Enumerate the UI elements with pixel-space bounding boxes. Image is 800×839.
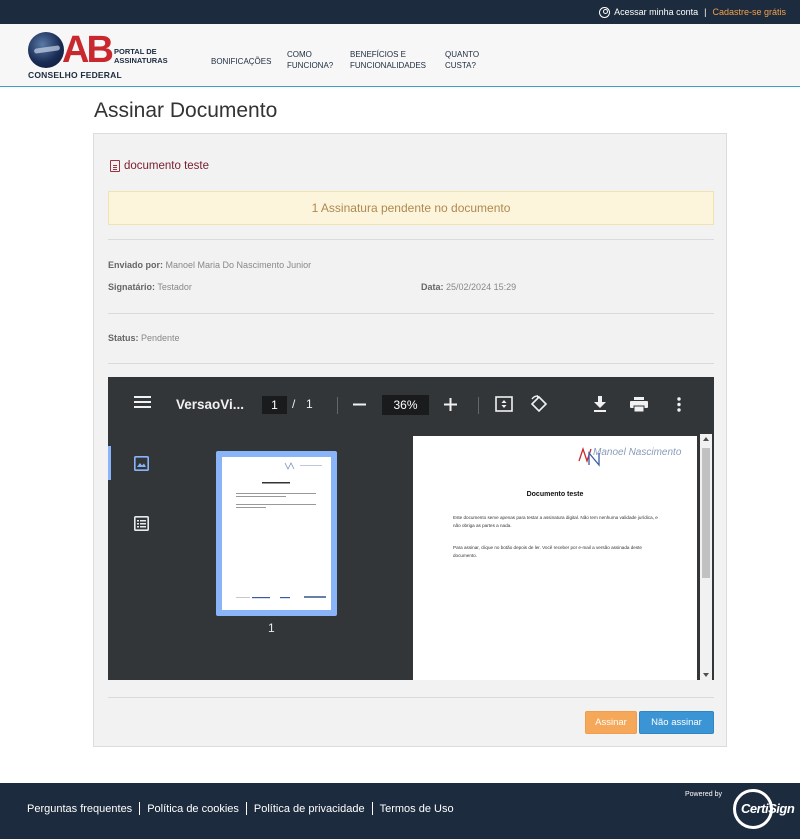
footer-separator	[139, 802, 141, 815]
toolbar-divider	[478, 397, 479, 414]
user-icon	[599, 6, 611, 18]
footer-link-terms[interactable]: Termos de Uso	[380, 803, 454, 815]
nav-bonificacoes[interactable]: BONIFICAÇÕES	[211, 56, 271, 67]
date-label: Data:	[421, 282, 444, 292]
scrollbar[interactable]	[700, 434, 712, 680]
pdf-viewer[interactable]: VersaoVi... / 1 36%	[108, 377, 714, 680]
zoom-out-icon[interactable]	[353, 398, 366, 411]
logo-portal-line1: PORTAL DE	[114, 47, 157, 56]
link-separator: |	[704, 7, 707, 17]
sent-by: Enviado por: Manoel Maria Do Nascimento …	[108, 260, 311, 270]
oab-logo[interactable]: AB CONSELHO FEDERAL PORTAL DE ASSINATURA…	[28, 29, 173, 80]
logo-portal-line2: ASSINATURAS	[114, 56, 168, 65]
page-paragraph: Este documento serve apenas para testar …	[453, 515, 658, 528]
footer-link-faq[interactable]: Perguntas frequentes	[27, 803, 132, 815]
page-number-input[interactable]	[262, 396, 287, 414]
page-paragraph: Para assinar, clique no botão depois de …	[453, 545, 642, 558]
site-footer: Perguntas frequentes Política de cookies…	[0, 783, 800, 839]
signer: Signatário: Testador	[108, 282, 192, 292]
nav-como-funciona[interactable]: COMO FUNCIONA?	[287, 49, 333, 71]
pdf-file-name: VersaoVi...	[176, 397, 245, 412]
page-separator: /	[292, 397, 296, 411]
nav-beneficios[interactable]: BENEFÍCIOS E FUNCIONALIDADES	[350, 49, 426, 71]
status-value: Pendente	[141, 333, 180, 343]
logo-caption: CONSELHO FEDERAL	[28, 70, 122, 80]
scroll-down-icon[interactable]	[703, 673, 709, 677]
outline-view-icon[interactable]	[134, 516, 149, 531]
login-link[interactable]: Acessar minha conta	[614, 7, 698, 17]
footer-link-cookies[interactable]: Política de cookies	[147, 803, 239, 815]
divider	[108, 363, 714, 364]
status: Status: Pendente	[108, 333, 180, 343]
footer-link-privacy[interactable]: Política de privacidade	[254, 803, 365, 815]
nav-label: FUNCIONALIDADES	[350, 61, 427, 70]
thumbnail-page	[222, 457, 331, 610]
account-links: Acessar minha conta | Cadastre-se grátis	[599, 0, 786, 24]
nav-label: BONIFICAÇÕES	[211, 57, 272, 66]
download-icon[interactable]	[593, 396, 607, 412]
page-document-title: Documento teste	[526, 491, 584, 498]
rotate-icon[interactable]	[530, 395, 549, 413]
sign-button[interactable]: Assinar	[585, 711, 637, 734]
page-logo-text: Manoel Nascimento	[593, 447, 682, 458]
document-panel: documento teste 1 Assinatura pendente no…	[93, 133, 727, 747]
pdf-page-area[interactable]: Manoel Nascimento Documento teste Este d…	[411, 434, 714, 680]
thumbnail-page-number: 1	[268, 621, 275, 635]
print-icon[interactable]	[630, 397, 648, 412]
nav-quanto-custa[interactable]: QUANTO CUSTA?	[445, 49, 479, 71]
signer-value: Testador	[157, 282, 192, 292]
thumbnail-sidebar: 1	[108, 434, 411, 680]
scroll-up-icon[interactable]	[703, 437, 709, 441]
logo-letters: AB	[62, 29, 114, 71]
footer-separator	[371, 802, 373, 815]
globe-icon	[28, 32, 64, 68]
nav-label: COMO	[287, 50, 312, 59]
nav-label: QUANTO	[445, 50, 480, 59]
document-link[interactable]: documento teste	[110, 160, 209, 172]
logo-portal: PORTAL DE ASSINATURAS	[114, 47, 168, 65]
page-thumbnail[interactable]	[216, 451, 337, 616]
footer-separator	[245, 802, 247, 815]
footer-links: Perguntas frequentes Política de cookies…	[27, 802, 454, 815]
divider	[108, 313, 714, 314]
active-indicator	[108, 446, 111, 480]
date-value: 25/02/2024 15:29	[446, 282, 517, 292]
file-icon	[110, 160, 120, 172]
signup-link[interactable]: Cadastre-se grátis	[712, 7, 786, 17]
thumbnail-view-icon[interactable]	[134, 456, 149, 471]
powered-by: Powered by	[685, 791, 722, 798]
page-total: 1	[306, 397, 313, 411]
scrollbar-thumb[interactable]	[702, 448, 710, 578]
divider	[108, 697, 714, 698]
certisign-brand: CertiSign	[741, 801, 795, 816]
fit-page-icon[interactable]	[495, 396, 513, 412]
nav-label: BENEFÍCIOS E	[350, 50, 407, 59]
pending-alert: 1 Assinatura pendente no documento	[108, 191, 714, 225]
nav-label: CUSTA?	[445, 61, 476, 70]
divider	[108, 239, 714, 240]
sent-by-value: Manoel Maria Do Nascimento Junior	[165, 260, 312, 270]
more-options-icon[interactable]	[677, 397, 681, 412]
document-name: documento teste	[124, 160, 210, 172]
sent-by-label: Enviado por:	[108, 260, 164, 270]
pdf-toolbar: VersaoVi... / 1 36%	[108, 377, 714, 434]
zoom-level[interactable]: 36%	[382, 395, 429, 415]
date: Data: 25/02/2024 15:29	[421, 282, 516, 292]
page-title: Assinar Documento	[94, 99, 278, 122]
pdf-page: Manoel Nascimento Documento teste Este d…	[413, 436, 697, 680]
toolbar-divider	[337, 397, 338, 414]
signer-label: Signatário:	[108, 282, 156, 292]
zoom-in-icon[interactable]	[444, 398, 457, 411]
status-label: Status:	[108, 333, 139, 343]
top-bar: Acessar minha conta | Cadastre-se grátis	[0, 0, 800, 24]
nav-label: FUNCIONA?	[287, 61, 334, 70]
menu-icon[interactable]	[134, 395, 151, 409]
decline-button[interactable]: Não assinar	[639, 711, 714, 734]
